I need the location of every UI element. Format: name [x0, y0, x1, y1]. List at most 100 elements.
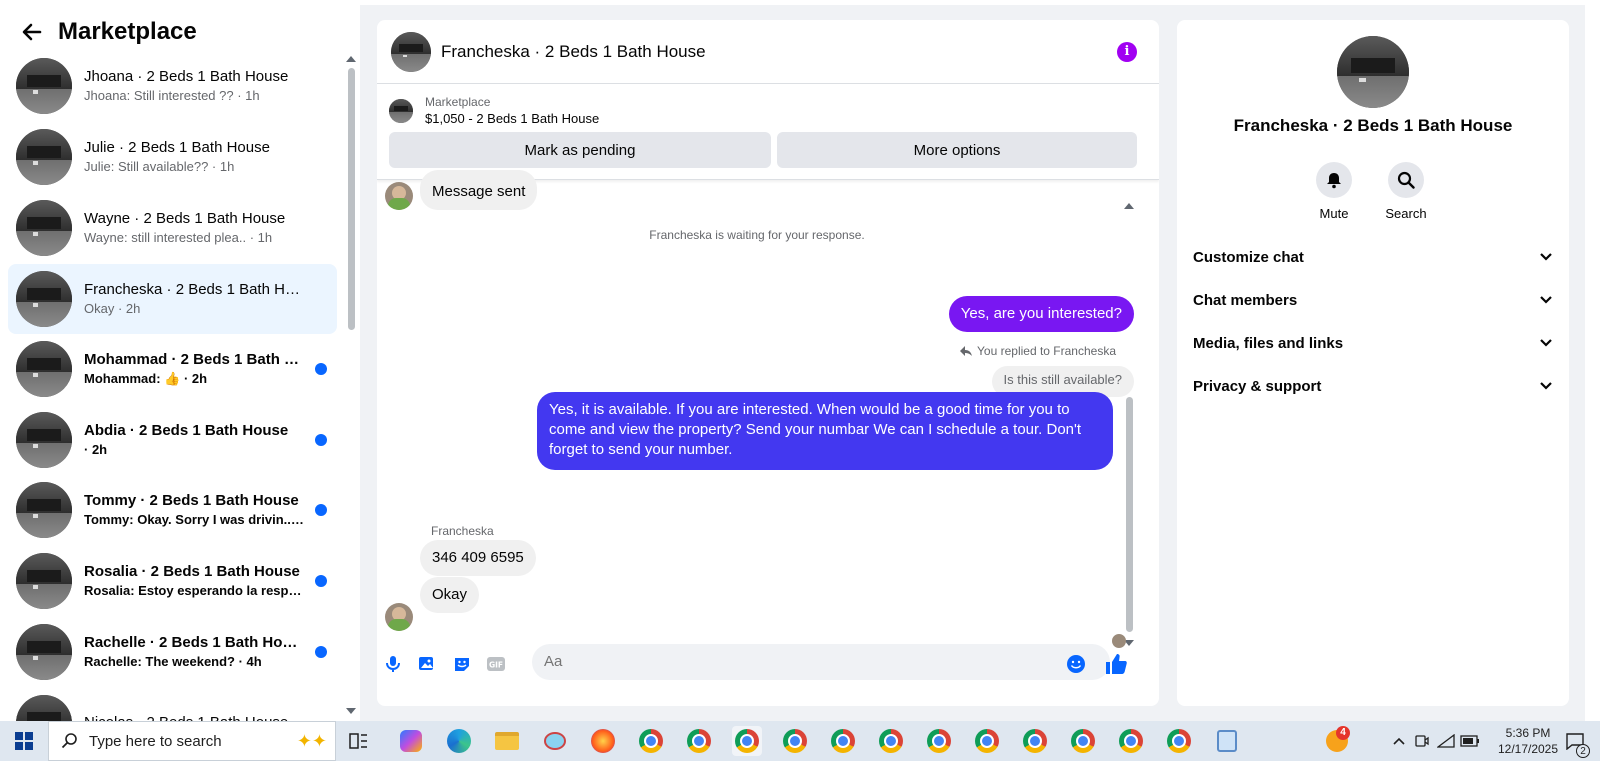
- chrome-profile-icon[interactable]: [876, 726, 906, 756]
- scroll-down-arrow-icon[interactable]: [346, 708, 356, 714]
- listing-title[interactable]: $1,050 - 2 Beds 1 Bath House: [425, 110, 599, 128]
- message-list: Message sent Francheska is waiting for y…: [377, 170, 1159, 632]
- chevron-down-icon: [1540, 339, 1552, 347]
- chrome-profile-icon[interactable]: [1116, 726, 1146, 756]
- conversation-name: Rachelle · 2 Beds 1 Bath House: [84, 634, 304, 651]
- conversation-item[interactable]: Julie · 2 Beds 1 Bath House Julie: Still …: [8, 122, 337, 192]
- conversation-item-active[interactable]: Francheska · 2 Beds 1 Bath House Okay · 2…: [8, 264, 337, 334]
- conversation-name: Jhoana · 2 Beds 1 Bath House: [84, 68, 289, 85]
- conversation-preview: Wayne: still interested plea.. · 1h: [84, 230, 273, 245]
- chat-members-section[interactable]: Chat members: [1193, 288, 1553, 312]
- privacy-support-section[interactable]: Privacy & support: [1193, 374, 1553, 398]
- mute-button[interactable]: [1316, 162, 1352, 198]
- battery-icon[interactable]: [1455, 726, 1485, 756]
- search-icon: [61, 733, 77, 749]
- listing-avatar: [16, 695, 72, 721]
- conversation-name: Mohammad · 2 Beds 1 Bath H...: [84, 351, 304, 368]
- profile-avatar[interactable]: [1337, 36, 1409, 108]
- reply-text: You replied to Francheska: [977, 344, 1116, 358]
- media-files-links-section[interactable]: Media, files and links: [1193, 331, 1553, 355]
- customize-chat-section[interactable]: Customize chat: [1193, 245, 1553, 269]
- chrome-profile-icon[interactable]: [1068, 726, 1098, 756]
- conversation-name: Julie · 2 Beds 1 Bath House: [84, 139, 270, 156]
- chrome-profile-icon[interactable]: [780, 726, 810, 756]
- message-bubble-incoming: Message sent: [420, 170, 538, 210]
- conversation-name: Rosalia · 2 Beds 1 Bath House: [84, 563, 300, 580]
- chat-scrollbar[interactable]: [1126, 397, 1133, 632]
- chrome-profile-icon[interactable]: [972, 726, 1002, 756]
- notepad-app-icon[interactable]: [1212, 726, 1242, 756]
- firefox-icon[interactable]: [588, 726, 618, 756]
- taskbar-clock[interactable]: 5:36 PM 12/17/2025: [1488, 725, 1568, 757]
- thumbs-up-icon[interactable]: [1104, 652, 1128, 676]
- unread-dot-icon: [315, 363, 327, 375]
- conversation-item[interactable]: Rachelle · 2 Beds 1 Bath House Rachelle: …: [8, 617, 337, 687]
- chrome-profile-icon[interactable]: [1164, 726, 1194, 756]
- info-icon[interactable]: i: [1117, 42, 1137, 62]
- listing-avatar: [16, 553, 72, 609]
- more-options-button[interactable]: More options: [777, 132, 1137, 168]
- listing-avatar: [16, 341, 72, 397]
- conversation-item[interactable]: Jhoana · 2 Beds 1 Bath House Jhoana: Stil…: [8, 51, 337, 121]
- listing-thumbnail[interactable]: [389, 99, 413, 123]
- marketplace-listing-bar: Marketplace $1,050 - 2 Beds 1 Bath House…: [377, 84, 1159, 180]
- back-arrow-icon[interactable]: [20, 20, 44, 44]
- task-view-icon[interactable]: [344, 726, 374, 756]
- start-button[interactable]: [0, 721, 48, 761]
- search-button[interactable]: [1388, 162, 1424, 198]
- chevron-down-icon: [1540, 382, 1552, 390]
- message-bubble-outgoing: Yes, it is available. If you are interes…: [537, 392, 1113, 470]
- conversation-item[interactable]: Abdia · 2 Beds 1 Bath House · 2h: [8, 405, 337, 475]
- chat-avatar[interactable]: [391, 31, 431, 72]
- copilot-icon[interactable]: [396, 726, 426, 756]
- conversation-item[interactable]: Tommy · 2 Beds 1 Bath House Tommy: Okay. …: [8, 475, 337, 545]
- chrome-profile-icon[interactable]: [924, 726, 954, 756]
- chat-title[interactable]: Francheska · 2 Beds 1 Bath House: [441, 42, 706, 62]
- conversation-preview: Tommy: Okay. Sorry I was drivin... · 3h: [84, 512, 304, 527]
- chat-scroll-up-arrow-icon[interactable]: [1124, 203, 1134, 209]
- clock-time: 5:36 PM: [1505, 726, 1551, 740]
- sidebar-title: Marketplace: [58, 18, 197, 45]
- section-label: Media, files and links: [1193, 334, 1344, 352]
- chrome-profile-icon[interactable]: [1020, 726, 1050, 756]
- conversation-item[interactable]: Wayne · 2 Beds 1 Bath House Wayne: still …: [8, 193, 337, 263]
- paint-icon[interactable]: [540, 726, 570, 756]
- mark-as-pending-button[interactable]: Mark as pending: [389, 132, 771, 168]
- photo-icon[interactable]: [417, 654, 437, 674]
- top-strip: [360, 0, 1585, 5]
- scroll-up-arrow-icon[interactable]: [346, 56, 356, 62]
- reply-icon: [960, 346, 973, 356]
- chrome-icon[interactable]: [636, 726, 666, 756]
- taskbar-search-box[interactable]: Type here to search ✦✦: [48, 721, 336, 761]
- file-explorer-icon[interactable]: [492, 726, 522, 756]
- chrome-profile-icon[interactable]: [732, 726, 762, 756]
- unread-dot-icon: [315, 646, 327, 658]
- page-scrollbar-track[interactable]: [1585, 0, 1600, 721]
- unread-dot-icon: [315, 575, 327, 587]
- section-label: Chat members: [1193, 291, 1298, 309]
- message-bubble-incoming: 346 409 6595: [420, 540, 536, 576]
- edge-browser-icon[interactable]: [444, 726, 474, 756]
- sticker-icon[interactable]: [452, 654, 472, 674]
- conversation-item[interactable]: Nicolas · 2 Beds 1 Bath House: [8, 688, 337, 721]
- gif-icon[interactable]: GIF: [486, 654, 506, 674]
- message-bubble-outgoing: Yes, are you interested?: [948, 296, 1134, 332]
- conversation-item[interactable]: Rosalia · 2 Beds 1 Bath House Rosalia: Es…: [8, 546, 337, 616]
- chrome-profile-icon[interactable]: [684, 726, 714, 756]
- unread-dot-icon: [315, 434, 327, 446]
- chrome-profile-icon[interactable]: [828, 726, 858, 756]
- emoji-icon[interactable]: [1066, 654, 1086, 674]
- conversation-item[interactable]: Mohammad · 2 Beds 1 Bath H... Mohammad: 👍…: [8, 334, 337, 404]
- message-input[interactable]: [532, 644, 1110, 680]
- conversation-preview: Okay · 2h: [84, 301, 141, 316]
- sender-label: Francheska: [431, 524, 494, 538]
- section-label: Customize chat: [1193, 248, 1304, 266]
- listing-avatar: [16, 58, 72, 114]
- microphone-icon[interactable]: [383, 654, 403, 674]
- listing-avatar: [16, 200, 72, 256]
- taskbar-search-placeholder: Type here to search: [89, 732, 222, 750]
- sidebar-scrollbar[interactable]: [348, 68, 355, 330]
- listing-avatar: [16, 271, 72, 327]
- conversation-preview: Rachelle: The weekend? · 4h: [84, 654, 262, 669]
- search-label: Search: [1385, 206, 1427, 221]
